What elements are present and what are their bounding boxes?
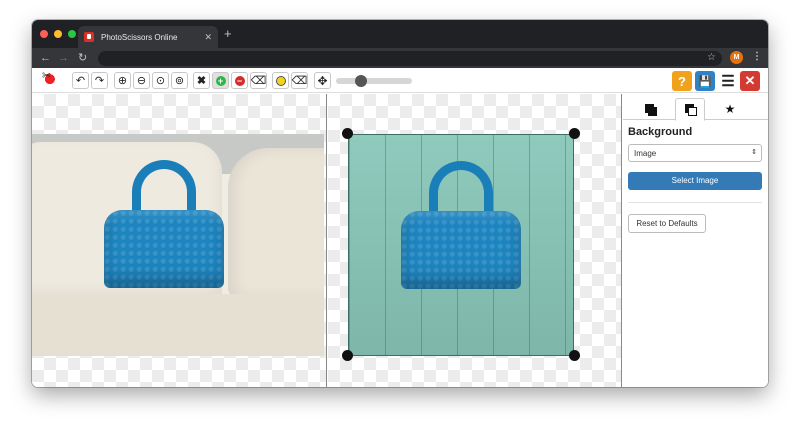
panel-tabs: ★ <box>623 98 768 121</box>
reload-button[interactable]: ↻ <box>78 51 87 65</box>
navigation-bar: ← → ↻ ☆ M ⋮ <box>32 48 768 68</box>
result-photo[interactable] <box>348 134 574 356</box>
settings-panel: ★ Background Image ⇕ Select Image Reset … <box>623 94 768 387</box>
move-tool-button[interactable]: ✥ <box>314 72 331 89</box>
original-photo[interactable] <box>32 134 324 356</box>
foreground-layer-icon <box>644 103 657 116</box>
slider-thumb[interactable] <box>355 75 368 87</box>
tab-photoscissors[interactable]: PhotoScissors Online ✕ <box>78 26 218 48</box>
photoscissors-logo <box>40 69 58 89</box>
undo-button[interactable]: ↶ <box>72 72 89 89</box>
menu-button[interactable]: ☰ <box>718 71 738 91</box>
tab-bar: PhotoScissors Online ✕ + <box>32 20 768 48</box>
favicon-icon <box>84 32 94 42</box>
new-tab-button[interactable]: + <box>224 27 232 41</box>
crop-handle-bottom-right[interactable] <box>569 350 580 361</box>
profile-avatar[interactable]: M <box>730 51 743 64</box>
bookmark-star-icon[interactable]: ☆ <box>707 52 716 63</box>
tab-close-icon[interactable]: ✕ <box>204 32 212 43</box>
keep-marker-button[interactable]: + <box>212 72 229 89</box>
select-image-button[interactable]: Select Image <box>628 172 762 190</box>
background-heading: Background <box>628 126 693 138</box>
yellow-marker-button[interactable] <box>272 72 289 89</box>
brush-size-slider[interactable] <box>336 75 412 87</box>
handbag-cutout <box>401 161 521 291</box>
browser-window: PhotoScissors Online ✕ + ← → ↻ ☆ M ⋮ ↶ ↷… <box>32 20 768 387</box>
remove-marker-button[interactable]: − <box>231 72 248 89</box>
browser-menu-icon[interactable]: ⋮ <box>752 51 762 62</box>
original-image-pane[interactable] <box>32 94 327 387</box>
minimize-window-button[interactable] <box>54 30 62 38</box>
back-button[interactable]: ← <box>40 51 51 65</box>
background-type-value: Image <box>634 149 657 158</box>
background-layer-icon <box>684 104 697 116</box>
reset-defaults-button[interactable]: Reset to Defaults <box>628 214 706 233</box>
tab-effects[interactable]: ★ <box>715 98 745 120</box>
star-icon: ★ <box>724 102 736 116</box>
app-toolbar: ↶ ↷ ⊕ ⊖ ⊙ ⊚ ✖ + − ⌫ ⌫ ✥ ? 💾 ☰ ✕ <box>32 68 768 93</box>
crop-handle-top-left[interactable] <box>342 128 353 139</box>
tab-background[interactable] <box>675 98 705 121</box>
save-button[interactable]: 💾 <box>695 71 715 91</box>
help-button[interactable]: ? <box>672 71 692 91</box>
background-type-select[interactable]: Image ⇕ <box>628 144 762 162</box>
forward-button[interactable]: → <box>58 51 69 65</box>
select-arrows-icon: ⇕ <box>751 149 757 156</box>
result-image-pane[interactable] <box>328 94 622 387</box>
eraser-button[interactable]: ⌫ <box>250 72 267 89</box>
hair-eraser-button[interactable]: ⌫ <box>291 72 308 89</box>
zoom-actual-size-button[interactable]: ⊙ <box>152 72 169 89</box>
crop-handle-bottom-left[interactable] <box>342 350 353 361</box>
crop-handle-top-right[interactable] <box>569 128 580 139</box>
divider <box>628 202 762 203</box>
address-bar[interactable]: ☆ <box>98 51 722 66</box>
tab-title: PhotoScissors Online <box>101 32 178 42</box>
zoom-fit-button[interactable]: ⊚ <box>171 72 188 89</box>
window-controls <box>40 30 76 38</box>
handbag-image <box>104 160 224 290</box>
clear-markers-button[interactable]: ✖ <box>193 72 210 89</box>
yellow-marker-icon <box>275 75 286 86</box>
redo-button[interactable]: ↷ <box>91 72 108 89</box>
maximize-window-button[interactable] <box>68 30 76 38</box>
tab-foreground[interactable] <box>635 98 665 120</box>
zoom-out-button[interactable]: ⊖ <box>133 72 150 89</box>
close-button[interactable]: ✕ <box>740 71 760 91</box>
remove-marker-icon: − <box>234 75 245 86</box>
close-window-button[interactable] <box>40 30 48 38</box>
keep-marker-icon: + <box>215 75 226 86</box>
workspace: ★ Background Image ⇕ Select Image Reset … <box>32 94 768 387</box>
zoom-in-button[interactable]: ⊕ <box>114 72 131 89</box>
